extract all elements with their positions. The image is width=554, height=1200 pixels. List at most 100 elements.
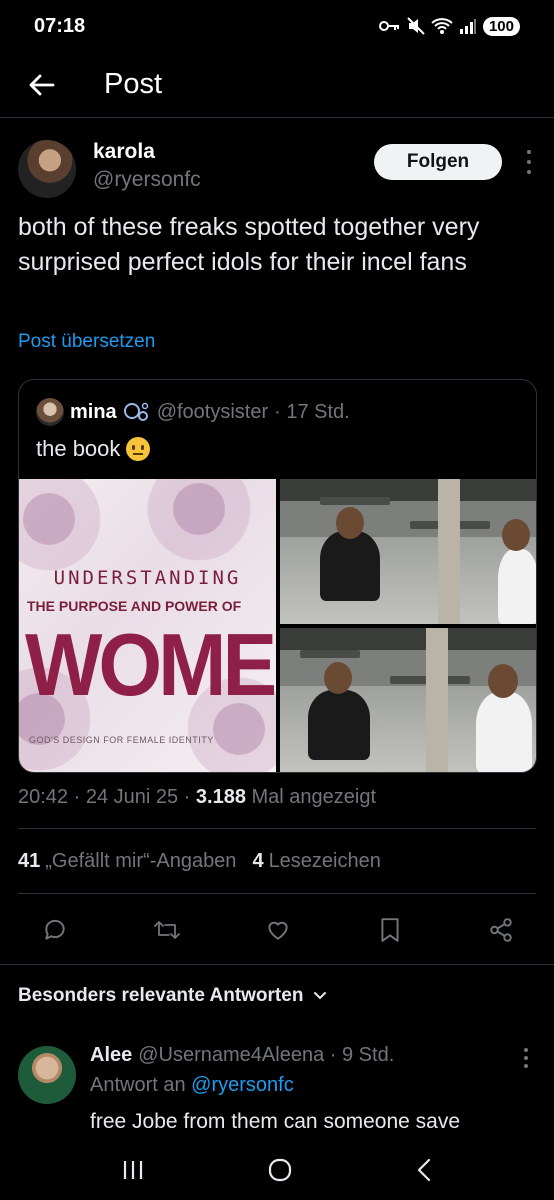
more-dot-icon xyxy=(524,1064,528,1068)
battery-indicator: 100 xyxy=(482,16,520,36)
top-header: Post xyxy=(0,52,554,118)
post-timestamp: 20:42 · 24 Juni 25 · xyxy=(18,786,196,808)
book-title-main: WOMEN xyxy=(25,616,276,715)
canopy-decoration xyxy=(280,479,536,501)
quoted-avatar xyxy=(36,398,64,426)
divider xyxy=(18,828,536,829)
reply-to-label: Antwort an xyxy=(90,1074,186,1096)
view-count: 3.188 xyxy=(195,786,246,808)
table-decoration xyxy=(300,650,360,658)
translate-link[interactable]: Post übersetzen xyxy=(18,331,155,353)
chevron-down-icon xyxy=(314,992,327,1000)
reply-more-options-button[interactable] xyxy=(524,1048,528,1068)
reply-text: free Jobe from them can someone save xyxy=(90,1110,461,1133)
more-dot-icon xyxy=(527,160,531,164)
bookmarks-label: Lesezeichen xyxy=(268,850,381,872)
back-button[interactable] xyxy=(22,65,62,105)
person-left xyxy=(308,690,370,760)
more-dot-icon xyxy=(524,1048,528,1052)
floral-decoration xyxy=(19,479,109,579)
video-image-bottom[interactable] xyxy=(280,628,536,772)
book-subtitle: GOD'S DESIGN FOR FEMALE IDENTITY xyxy=(29,735,214,745)
recent-apps-icon[interactable] xyxy=(121,1159,145,1181)
follow-button[interactable]: Folgen xyxy=(374,144,502,180)
canopy-decoration xyxy=(280,628,536,650)
table-decoration xyxy=(320,497,390,505)
reply-avatar[interactable] xyxy=(18,1046,76,1104)
share-button[interactable] xyxy=(486,915,516,945)
wifi-icon xyxy=(431,18,453,34)
share-icon xyxy=(490,918,512,942)
divider xyxy=(18,893,536,894)
action-bar xyxy=(18,910,536,950)
key-icon xyxy=(378,21,399,31)
quoted-time: · 17 Std. xyxy=(274,400,350,423)
arrow-left-icon xyxy=(29,74,55,95)
page-title: Post xyxy=(104,68,163,100)
quoted-post-header: mina @footysister · 17 Std. xyxy=(36,398,350,426)
divider xyxy=(0,964,554,965)
like-button[interactable] xyxy=(263,915,293,945)
post-meta: 20:42 · 24 Juni 25 · 3.188 Mal angezeigt xyxy=(18,786,376,809)
post-author: karola @ryersonfc Folgen xyxy=(18,138,536,200)
replies-sort-selector[interactable]: Besonders relevante Antworten xyxy=(18,985,327,1007)
author-avatar[interactable] xyxy=(18,140,76,198)
floral-decoration xyxy=(139,479,259,569)
post-stats: 41 „Gefällt mir“-Angaben 4 Lesezeichen xyxy=(18,850,381,873)
likes-label: „Gefällt mir“-Angaben xyxy=(45,850,237,872)
media-grid: UNDERSTANDING THE PURPOSE AND POWER OF W… xyxy=(19,479,536,772)
person-head xyxy=(488,664,518,698)
quoted-text: the book xyxy=(36,436,151,462)
neutral-face-emoji-icon xyxy=(126,437,151,461)
post-text: both of these freaks spotted together ve… xyxy=(18,213,480,276)
bookmark-button[interactable] xyxy=(375,915,405,945)
pillar-decoration xyxy=(438,479,460,624)
like-icon xyxy=(268,921,288,940)
quoted-text-body: the book xyxy=(36,436,121,461)
reply-author-handle: @Username4Aleena xyxy=(138,1044,325,1066)
status-time: 07:18 xyxy=(34,14,86,37)
quoted-post[interactable]: mina @footysister · 17 Std. the book UND… xyxy=(18,379,537,773)
more-options-button[interactable] xyxy=(522,150,536,174)
system-nav-bar xyxy=(0,1140,554,1200)
more-dot-icon xyxy=(527,150,531,154)
quoted-name: mina xyxy=(70,400,117,423)
signal-icon xyxy=(459,19,476,34)
reply-context: Antwort an @ryersonfc xyxy=(90,1074,294,1097)
book-title-line2: THE PURPOSE AND POWER OF xyxy=(27,598,242,614)
reply-item[interactable]: Alee @Username4Aleena · 9 Std. Antwort an… xyxy=(18,1040,536,1140)
person-head xyxy=(336,507,364,539)
person-right xyxy=(476,692,532,772)
likes-stat[interactable]: 41 „Gefällt mir“-Angaben xyxy=(18,850,236,873)
repost-icon xyxy=(153,921,180,939)
reply-header: Alee @Username4Aleena · 9 Std. xyxy=(90,1044,394,1067)
author-handle[interactable]: @ryersonfc xyxy=(93,168,201,192)
author-name[interactable]: karola xyxy=(93,140,155,164)
replies-section-title: Besonders relevante Antworten xyxy=(18,985,304,1006)
status-icons: 100 xyxy=(378,16,520,36)
back-nav-icon[interactable] xyxy=(415,1158,433,1182)
repost-button[interactable] xyxy=(152,915,182,945)
status-bar: 07:18 100 xyxy=(0,0,554,52)
bookmarks-count: 4 xyxy=(252,850,264,872)
bookmarks-stat[interactable]: 4 Lesezeichen xyxy=(252,850,380,873)
more-dot-icon xyxy=(527,170,531,174)
bookmark-icon xyxy=(380,918,399,942)
more-dot-icon xyxy=(524,1056,528,1060)
reply-button[interactable] xyxy=(40,915,70,945)
likes-count: 41 xyxy=(18,850,41,872)
view-count-label: Mal angezeigt xyxy=(245,786,377,808)
reply-author-name[interactable]: Alee xyxy=(90,1044,132,1066)
person-head xyxy=(324,662,352,694)
reply-to-handle[interactable]: @ryersonfc xyxy=(191,1074,294,1096)
pillar-decoration xyxy=(426,628,448,772)
mute-icon xyxy=(407,17,425,35)
video-image-top[interactable] xyxy=(280,479,536,624)
person-right xyxy=(498,549,536,624)
home-icon[interactable] xyxy=(267,1157,293,1183)
person-left xyxy=(320,531,380,601)
book-title-line1: UNDERSTANDING xyxy=(53,567,242,589)
book-cover-image[interactable]: UNDERSTANDING THE PURPOSE AND POWER OF W… xyxy=(19,479,276,772)
person-head xyxy=(502,519,530,551)
quoted-handle: @footysister xyxy=(156,400,269,423)
